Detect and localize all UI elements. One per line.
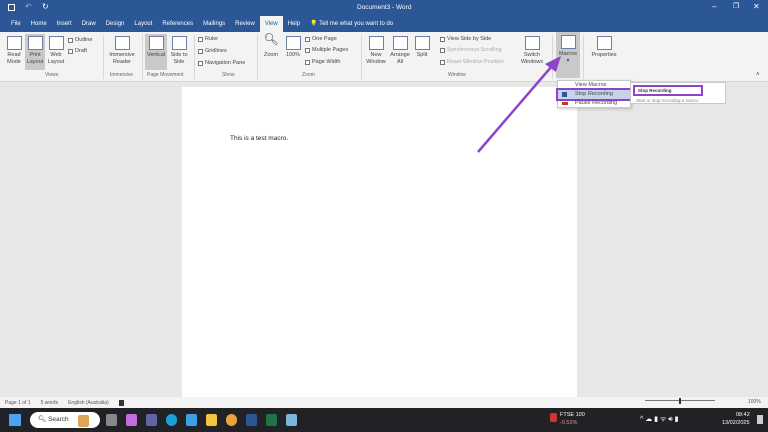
- word-icon[interactable]: [246, 414, 257, 426]
- chrome-icon[interactable]: [226, 414, 237, 426]
- zoom-level[interactable]: 100%: [748, 399, 761, 405]
- notifications-icon[interactable]: [757, 415, 763, 424]
- annotation-arrow: [477, 56, 561, 153]
- stock-change: -0.52%: [560, 420, 578, 426]
- search-box[interactable]: 🔍︎ Search: [30, 412, 100, 428]
- copilot-icon[interactable]: [126, 414, 137, 426]
- word-count[interactable]: 5 words: [41, 400, 59, 406]
- zoom-slider-thumb[interactable]: [679, 398, 681, 404]
- language[interactable]: English (Australia): [68, 400, 109, 406]
- phone-link-icon[interactable]: [186, 414, 197, 426]
- teams-icon[interactable]: [146, 414, 157, 426]
- clock-date[interactable]: 13/02/2025: [722, 420, 750, 426]
- stock-name: FTSE 100: [560, 412, 585, 418]
- notepad-icon[interactable]: [286, 414, 297, 426]
- search-label: Search: [48, 416, 69, 423]
- edge-icon[interactable]: [166, 414, 177, 426]
- file-explorer-icon[interactable]: [206, 414, 217, 426]
- taskbar: 🔍︎ Search FTSE 100 -0.52% ^ ☁ ▮ ᯤ 🔊︎ ▮ 0…: [0, 408, 768, 432]
- search-highlight-icon: [78, 415, 89, 427]
- windows-start-icon[interactable]: [9, 414, 21, 426]
- page-count[interactable]: Page 1 of 1: [5, 400, 31, 406]
- tray-icons[interactable]: ^ ☁ ▮ ᯤ 🔊︎ ▮: [640, 415, 679, 424]
- stock-down-icon: [550, 413, 557, 422]
- status-bar: Page 1 of 1 5 words English (Australia) …: [0, 397, 768, 408]
- excel-icon[interactable]: [266, 414, 277, 426]
- task-view-icon[interactable]: [106, 414, 117, 426]
- macro-recording-icon[interactable]: [118, 399, 124, 406]
- clock-time[interactable]: 08:42: [736, 412, 750, 418]
